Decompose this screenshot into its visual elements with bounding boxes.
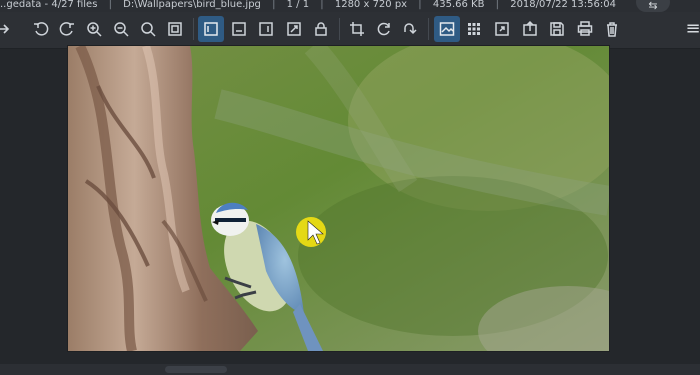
lock-icon (315, 22, 327, 36)
save-button[interactable] (544, 16, 570, 42)
crop-button[interactable] (344, 16, 370, 42)
fit-to-window-button[interactable] (162, 16, 188, 42)
back-button[interactable] (0, 16, 16, 42)
rotate-left-icon (34, 22, 49, 36)
resize-icon (495, 22, 509, 36)
view-fit-width-button[interactable] (226, 16, 252, 42)
image-info-button[interactable] (434, 16, 460, 42)
displayed-photo[interactable] (67, 45, 610, 352)
view-fit-width-icon (232, 22, 246, 36)
title-file-index: 1 / 1 (286, 0, 310, 10)
lock-button[interactable] (308, 16, 334, 42)
title-separator: | (495, 0, 500, 10)
restore-window-button[interactable]: ⇆ (636, 0, 670, 12)
zoom-in-icon (87, 22, 102, 37)
title-separator: | (320, 0, 324, 10)
print-button[interactable] (572, 16, 598, 42)
delete-button[interactable] (599, 16, 625, 42)
title-separator: | (272, 0, 276, 10)
arrow-right-icon (0, 24, 10, 34)
grid-icon (468, 23, 480, 35)
title-separator: | (418, 0, 422, 10)
toolbar-separator (428, 18, 429, 40)
redo-icon (404, 23, 417, 35)
redo-button[interactable] (397, 16, 423, 42)
title-bar: ..gedata - 4/27 files | D:\Wallpapers\bi… (0, 0, 700, 12)
resize-button[interactable] (489, 16, 515, 42)
fullscreen-button[interactable] (281, 16, 307, 42)
main-toolbar: ≡ (0, 12, 700, 49)
horizontal-scrollbar[interactable] (0, 364, 700, 375)
view-fit-height-icon (259, 22, 273, 36)
view-normal-icon (204, 22, 218, 36)
title-file-size: 435.66 KB (432, 0, 485, 10)
title-date: 2018/07/22 13:56:04 (510, 0, 616, 10)
share-button[interactable] (517, 16, 543, 42)
fit-window-icon (168, 22, 182, 36)
mouse-cursor (296, 217, 326, 247)
toolbar-separator (193, 18, 194, 40)
crop-icon (350, 22, 364, 36)
rotate-left-button[interactable] (28, 16, 54, 42)
thumbnails-button[interactable] (461, 16, 487, 42)
view-fit-height-button[interactable] (253, 16, 279, 42)
title-folder-name: ..gedata - 4/27 files (0, 0, 98, 10)
refresh-button[interactable] (371, 16, 397, 42)
zoom-in-button[interactable] (81, 16, 107, 42)
trash-icon (607, 22, 617, 37)
refresh-icon (377, 22, 390, 36)
print-icon (577, 21, 593, 36)
zoom-icon (141, 22, 156, 37)
fullscreen-icon (287, 22, 301, 36)
title-separator: | (108, 0, 112, 10)
save-icon (550, 22, 564, 36)
rotate-right-button[interactable] (54, 16, 80, 42)
image-info-icon (439, 22, 455, 36)
menu-button[interactable]: ≡ (680, 16, 700, 42)
zoom-out-button[interactable] (108, 16, 134, 42)
menu-icon: ≡ (685, 18, 700, 39)
view-normal-button[interactable] (198, 16, 224, 42)
scrollbar-thumb[interactable] (165, 366, 227, 373)
zoom-reset-button[interactable] (135, 16, 161, 42)
zoom-out-icon (114, 22, 129, 37)
title-file-path: D:\Wallpapers\bird_blue.jpg (123, 0, 261, 10)
toolbar-separator (339, 18, 340, 40)
title-dimensions: 1280 x 720 px (334, 0, 408, 10)
share-icon (523, 20, 537, 36)
rotate-right-icon (59, 22, 74, 36)
